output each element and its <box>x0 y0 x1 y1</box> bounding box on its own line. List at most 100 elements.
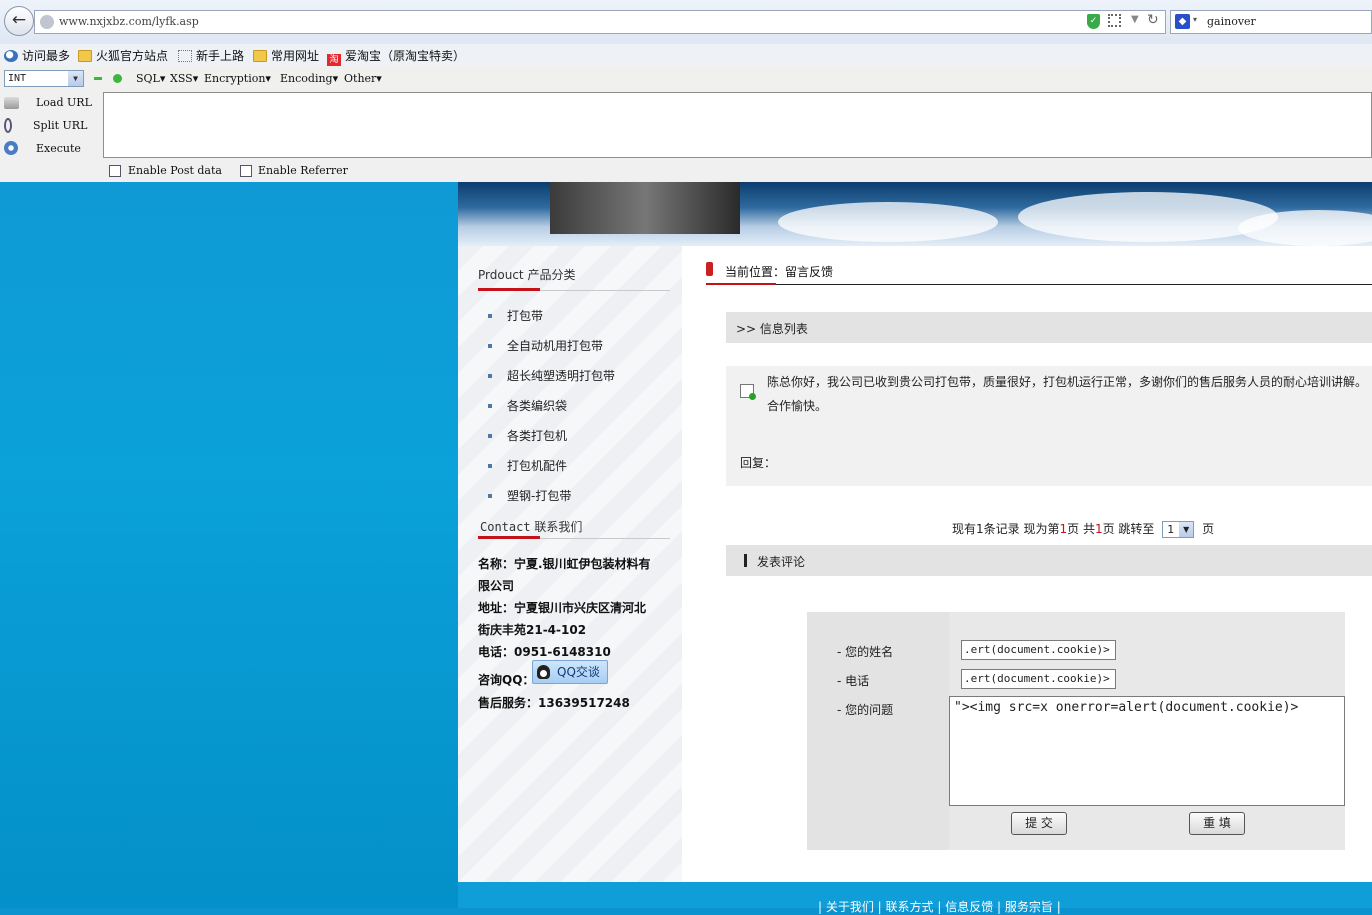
page-jump-value: 1 <box>1167 523 1175 536</box>
pager-text: 页 跳转至 <box>1102 522 1155 536</box>
bullet-icon <box>488 493 492 498</box>
split-url-button[interactable]: Split URL <box>0 115 100 137</box>
category-label[interactable]: 超长纯塑透明打包带 <box>507 369 615 383</box>
globe-icon <box>40 15 54 29</box>
form-labels-column: - 您的姓名 - 电话 - 您的问题 <box>807 612 945 850</box>
folder-icon <box>253 50 267 62</box>
qq-chat-button[interactable]: QQ交谈 <box>532 660 608 684</box>
load-url-button[interactable]: Load URL <box>0 92 100 114</box>
product-title-cn: 产品分类 <box>527 268 576 282</box>
menu-sql[interactable]: SQL▾ <box>136 72 165 85</box>
message-list-header: >> 信息列表 <box>726 312 1372 343</box>
url-bar[interactable]: www.nxjxbz.com/lyfk.asp ✓ ▼ ↻ <box>34 10 1166 34</box>
category-link[interactable]: 全自动机用打包带 <box>478 337 603 354</box>
bookmark-label: 新手上路 <box>196 49 245 63</box>
breadcrumb-underline <box>706 283 776 285</box>
phone-field[interactable]: .ert(document.cookie)> <box>961 669 1116 689</box>
contact-title-cn: 联系我们 <box>534 520 583 534</box>
category-link[interactable]: 塑钢-打包带 <box>478 487 571 504</box>
chevron-down-icon[interactable]: ▼ <box>68 71 83 86</box>
scissors-icon <box>4 118 12 133</box>
phone-label: - 电话 <box>837 674 870 688</box>
page-jump-select[interactable]: 1 ▼ <box>1162 521 1195 538</box>
load-url-icon <box>4 97 19 109</box>
category-link[interactable]: 各类编织袋 <box>478 397 567 414</box>
chevron-down-icon[interactable]: ▼ <box>1179 522 1194 537</box>
add-badge-icon <box>749 393 756 400</box>
header-banner <box>458 182 1372 246</box>
hackbar-toolbar: INT ▼ SQL▾ XSS▾ Encryption▾ Encoding▾ Ot… <box>0 66 1372 92</box>
type-select[interactable]: INT ▼ <box>4 70 84 87</box>
hackbar-url-textarea[interactable] <box>103 92 1372 158</box>
pager-text: 条记录 现为第 <box>983 522 1060 536</box>
taobao-icon: 淘 <box>327 54 341 66</box>
name-field[interactable]: .ert(document.cookie)> <box>961 640 1116 660</box>
menu-xss[interactable]: XSS▾ <box>170 72 198 85</box>
company-name-cont: 限公司 <box>478 579 515 593</box>
qr-code-icon[interactable] <box>1108 14 1121 27</box>
menu-encoding[interactable]: Encoding▾ <box>280 72 338 85</box>
category-link[interactable]: 打包带 <box>478 307 543 324</box>
menu-other[interactable]: Other▾ <box>344 72 382 85</box>
bullet-icon <box>488 463 492 468</box>
url-text[interactable]: www.nxjxbz.com/lyfk.asp <box>59 15 199 28</box>
search-engine-dropdown-icon[interactable]: ▾ <box>1193 15 1197 24</box>
bullet-icon <box>488 433 492 438</box>
submit-button[interactable]: 提 交 <box>1011 812 1067 835</box>
category-label[interactable]: 全自动机用打包带 <box>507 339 603 353</box>
shield-icon[interactable]: ✓ <box>1087 14 1100 29</box>
hackbar-actions: Load URL Split URL Execute <box>0 92 100 162</box>
address: 地址：宁夏银川市兴庆区清河北 <box>478 601 647 615</box>
comment-section-title: 发表评论 <box>757 555 806 569</box>
plus-icon[interactable] <box>113 74 122 83</box>
navigation-toolbar: ← www.nxjxbz.com/lyfk.asp ✓ ▼ ↻ ◆ ▾ gain… <box>0 0 1372 45</box>
category-label[interactable]: 各类打包机 <box>507 429 567 443</box>
enable-post-checkbox[interactable] <box>109 165 121 177</box>
minus-icon[interactable] <box>94 77 102 80</box>
search-bar[interactable]: ◆ ▾ gainover <box>1170 10 1372 34</box>
product-section-title: Prdouct 产品分类 <box>478 266 575 283</box>
reset-button[interactable]: 重 填 <box>1189 812 1245 835</box>
category-link[interactable]: 超长纯塑透明打包带 <box>478 367 615 384</box>
category-label[interactable]: 各类编织袋 <box>507 399 567 413</box>
bookmark-label: 访问最多 <box>22 49 71 63</box>
message-item: 陈总你好，我公司已收到贵公司打包带，质量很好，打包机运行正常，多谢你们的售后服务… <box>726 366 1372 486</box>
enable-referrer-checkbox[interactable] <box>240 165 252 177</box>
divider <box>706 284 1372 285</box>
category-label[interactable]: 打包带 <box>507 309 543 323</box>
category-label[interactable]: 塑钢-打包带 <box>507 489 571 503</box>
menu-encryption[interactable]: Encryption▾ <box>204 72 271 85</box>
bookmark-common-sites[interactable]: 常用网址 <box>253 47 319 64</box>
pager-text: 现有 <box>952 522 977 536</box>
bookmark-most-visited[interactable]: 访问最多 <box>4 47 70 64</box>
category-link[interactable]: 打包机配件 <box>478 457 567 474</box>
message-text: 陈总你好，我公司已收到贵公司打包带，质量很好，打包机运行正常，多谢你们的售后服务… <box>767 375 1368 413</box>
reply-label: 回复： <box>740 456 777 470</box>
phone: 电话：0951-6148310 <box>478 645 611 659</box>
location-marker-icon <box>706 262 713 276</box>
execute-button[interactable]: Execute <box>0 138 100 160</box>
paw-icon[interactable]: ◆ <box>1175 14 1190 29</box>
bookmark-label: 爱淘宝（原淘宝特卖） <box>345 49 466 63</box>
banner-cloud <box>1018 192 1278 242</box>
main-content: 当前位置：留言反馈 >> 信息列表 陈总你好，我公司已收到贵公司打包带，质量很好… <box>682 246 1372 882</box>
execute-label: Execute <box>36 142 81 155</box>
category-link[interactable]: 各类打包机 <box>478 427 567 444</box>
bookmark-getting-started[interactable]: 新手上路 <box>178 47 244 64</box>
question-textarea[interactable]: "><img src=x onerror=alert(document.cook… <box>949 696 1345 806</box>
pager-total: 1 <box>1094 522 1103 536</box>
reload-icon[interactable]: ↻ <box>1147 12 1159 28</box>
section-marker-icon <box>744 554 747 567</box>
bookmark-firefox-site[interactable]: 火狐官方站点 <box>78 47 168 64</box>
bullet-icon <box>488 313 492 318</box>
pager-text: 页 共 <box>1067 522 1095 536</box>
footer: | 关于我们 | 联系方式 | 信息反馈 | 服务宗旨 | <box>458 882 1372 914</box>
product-title-en: Prdouct <box>478 268 524 282</box>
search-input[interactable]: gainover <box>1207 15 1256 28</box>
back-arrow-icon[interactable]: ← <box>4 6 34 36</box>
history-dropdown-icon[interactable]: ▼ <box>1131 14 1139 25</box>
footer-links[interactable]: | 关于我们 | 联系方式 | 信息反馈 | 服务宗旨 | <box>818 898 1061 915</box>
bookmark-taobao[interactable]: 淘爱淘宝（原淘宝特卖） <box>327 47 465 66</box>
category-label[interactable]: 打包机配件 <box>507 459 567 473</box>
question-label: - 您的问题 <box>837 703 894 717</box>
